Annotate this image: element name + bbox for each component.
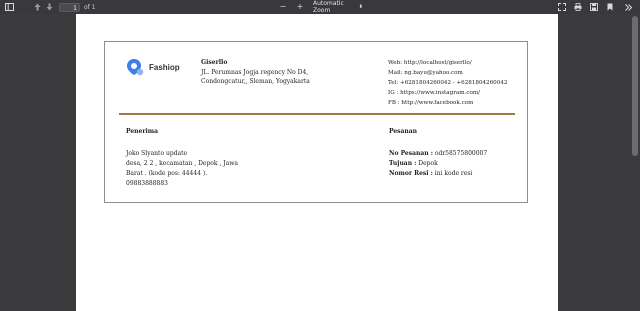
page-number-input[interactable]: 1 <box>59 2 80 12</box>
receiver-address-line2: Barat . (kode pos: 44444 ). <box>126 170 208 177</box>
receiver-title: Penerima <box>126 128 159 135</box>
zoom-select-label: Automatic Zoom <box>313 0 344 14</box>
contact-mail: Mail: ng.bayu@yahoo.com <box>388 70 463 76</box>
fullscreen-icon <box>558 3 566 11</box>
sidebar-icon <box>4 3 14 11</box>
double-chevron-right-icon <box>624 3 632 11</box>
chevron-updown-icon: ⬍ <box>358 4 363 10</box>
page-total-label: of 1 <box>84 3 96 11</box>
tools-menu-button[interactable] <box>622 1 634 13</box>
print-button[interactable] <box>572 1 584 13</box>
header-divider <box>119 113 515 115</box>
viewer-background-right <box>558 14 640 311</box>
toolbar-right-group <box>556 1 634 13</box>
viewer-background-left <box>0 14 76 311</box>
contact-info: Web: http://localhost/giserllo/ Mail: ng… <box>388 58 507 108</box>
order-destination-value: Depok <box>416 160 438 167</box>
next-page-button[interactable] <box>43 1 55 13</box>
order-resi-label: Nomor Resi : <box>389 170 433 177</box>
order-number-label: No Pesanan : <box>389 150 433 157</box>
order-number-row: No Pesanan : odr58575800007 <box>389 149 487 159</box>
receiver-address-line1: desa, 2 2 , kecamatan , Depok , Jawa <box>126 160 238 167</box>
order-title: Pesanan <box>389 128 418 135</box>
zoom-in-button[interactable]: + <box>294 1 306 13</box>
contact-fb: FB : http://www.facebook.com <box>388 100 474 106</box>
order-number-value: odr58575800007 <box>432 150 488 157</box>
invoice-box: Fashiop Giserllo JL. Perumnas Jogja rege… <box>104 41 528 203</box>
presentation-mode-button[interactable] <box>556 1 568 13</box>
sidebar-toggle-button[interactable] <box>3 1 15 13</box>
print-icon <box>574 3 582 11</box>
zoom-group: − + Automatic Zoom ⬍ <box>277 0 367 14</box>
zoom-select[interactable]: Automatic Zoom ⬍ <box>309 0 367 14</box>
save-icon <box>590 3 598 11</box>
receiver-name: Joko Slyanto update <box>126 150 188 157</box>
order-destination-row: Tujuan : Depok <box>389 159 487 169</box>
save-button[interactable] <box>588 1 600 13</box>
brand-name: Fashiop <box>149 62 180 72</box>
pdf-toolbar: 1 of 1 − + Automatic Zoom ⬍ <box>0 0 640 15</box>
contact-tel: Tel: +6281804260042 - +6281804260042 <box>388 80 508 86</box>
vertical-scrollbar[interactable] <box>632 16 638 156</box>
company-address-line2: Condongcatur,, Sleman, Yogyakarta <box>201 78 310 85</box>
receiver-details: Joko Slyanto update desa, 2 2 , kecamata… <box>126 149 238 189</box>
arrow-down-icon <box>46 3 52 11</box>
contact-ig: IG : https://www.instagram.com/ <box>388 90 481 96</box>
contact-web: Web: http://localhost/giserllo/ <box>388 60 472 66</box>
arrow-up-icon <box>34 3 40 11</box>
zoom-out-button[interactable]: − <box>277 1 289 13</box>
receiver-phone: 09883888883 <box>126 180 168 187</box>
order-resi-row: Nomor Resi : ini kode resi <box>389 169 487 179</box>
order-destination-label: Tujuan : <box>389 160 417 167</box>
order-resi-value: ini kode resi <box>432 170 473 177</box>
location-pin-icon <box>127 58 145 76</box>
company-name: Giserllo <box>201 59 228 66</box>
company-address-line1: JL. Perumnas Jogja regency No D4, <box>201 68 309 76</box>
bookmark-icon <box>607 3 613 11</box>
toolbar-left-group: 1 of 1 <box>3 1 96 13</box>
bookmark-button[interactable] <box>604 1 616 13</box>
company-info: Giserllo JL. Perumnas Jogja regency No D… <box>201 58 310 87</box>
order-details: No Pesanan : odr58575800007 Tujuan : Dep… <box>389 149 487 179</box>
previous-page-button[interactable] <box>31 1 43 13</box>
brand-logo: Fashiop <box>127 58 180 76</box>
